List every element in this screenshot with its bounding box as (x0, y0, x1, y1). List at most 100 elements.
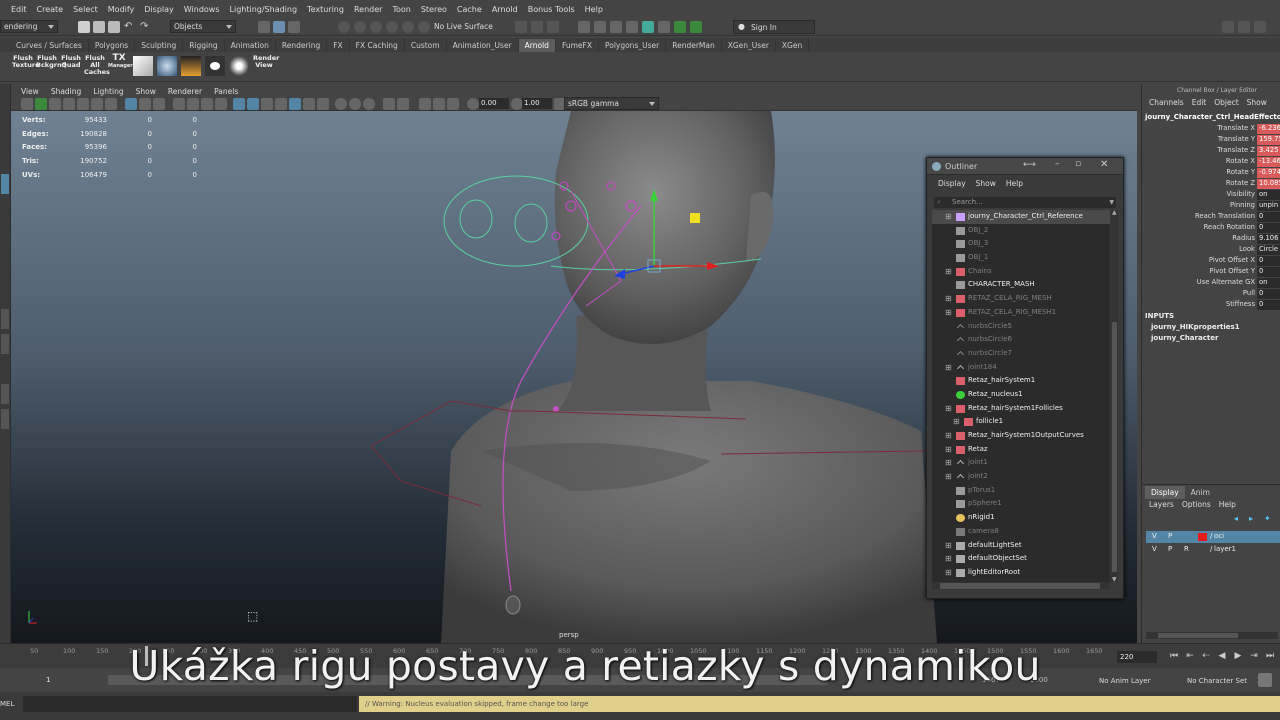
safe-action-icon[interactable] (201, 98, 213, 110)
attribute-row[interactable]: Pinning unpin (1142, 201, 1280, 212)
attribute-value-field[interactable]: 3.425 (1257, 146, 1280, 156)
outliner-item[interactable]: ⊞ defaultObjectSet (932, 552, 1110, 566)
textured-icon[interactable] (261, 98, 273, 110)
viewport-menu-view[interactable]: View (15, 86, 45, 97)
layer-menu-help[interactable]: Help (1215, 500, 1240, 509)
mel-label[interactable]: MEL (0, 700, 14, 708)
layer-hscrollbar[interactable] (1146, 632, 1278, 639)
select-mode-dropdown[interactable]: Objects (170, 20, 236, 33)
layer-menu-layers[interactable]: Layers (1145, 500, 1178, 509)
outliner-menu-display[interactable]: Display (933, 179, 971, 193)
render-current-frame-icon[interactable] (578, 21, 590, 33)
tx-manager-button[interactable]: TX Manager (108, 54, 133, 79)
physical-sky-icon[interactable] (181, 56, 201, 76)
snap-curve-icon[interactable] (354, 21, 366, 33)
outliner-item[interactable]: OBJ_1 (932, 251, 1110, 265)
outliner-item[interactable]: nRigid1 (932, 511, 1110, 525)
render-settings-icon[interactable] (610, 21, 622, 33)
expand-icon[interactable]: ⊞ (945, 210, 952, 224)
attribute-row[interactable]: Rotate Y -0.974 (1142, 168, 1280, 179)
shelf-tab-curves---surfaces[interactable]: Curves / Surfaces (10, 39, 89, 52)
go-to-start-icon[interactable]: ⏮ (1169, 651, 1179, 661)
layer-visibility-toggle[interactable]: V (1152, 545, 1157, 553)
menu-stereo[interactable]: Stereo (416, 5, 452, 14)
outliner-item[interactable]: camera8 (932, 525, 1110, 539)
layer-reference-toggle[interactable]: R (1184, 545, 1189, 553)
shelf-tab-xgen-user[interactable]: XGen_User (722, 39, 776, 52)
menu-cache[interactable]: Cache (452, 5, 487, 14)
field-chart-icon[interactable] (187, 98, 199, 110)
open-scene-icon[interactable] (93, 21, 105, 33)
attribute-row[interactable]: Radius 9.106 (1142, 234, 1280, 245)
snap-point-icon[interactable] (370, 21, 382, 33)
attribute-value-field[interactable]: -13.462 (1257, 157, 1280, 167)
attribute-row[interactable]: Translate Y159.75 (1142, 135, 1280, 146)
attribute-row[interactable]: Look Circle (1142, 245, 1280, 256)
shelf-tab-rendering[interactable]: Rendering (276, 39, 328, 52)
close-icon[interactable]: ✕ (1100, 159, 1108, 170)
outliner-item[interactable]: ⊞ Retaz_hairSystem1Follicles (932, 402, 1110, 416)
attribute-value-field[interactable]: 0 (1257, 267, 1280, 277)
shelf-tab-fx-caching[interactable]: FX Caching (350, 39, 405, 52)
skydome-light-icon[interactable] (157, 56, 177, 76)
make-live-icon[interactable] (418, 21, 430, 33)
expand-icon[interactable]: ⊞ (945, 443, 952, 457)
viewport-menu-show[interactable]: Show (130, 86, 162, 97)
menu-texturing[interactable]: Texturing (302, 5, 349, 14)
shelf-tab-custom[interactable]: Custom (405, 39, 447, 52)
attribute-value-field[interactable]: 159.75 (1257, 135, 1280, 145)
outliner-item[interactable]: nurbsCircle5 (932, 320, 1110, 334)
outliner-menu-help[interactable]: Help (1001, 179, 1028, 193)
input-node[interactable]: journy_HIKproperties1 (1151, 323, 1240, 331)
outliner-item[interactable]: ⊞ RETAZ_CELA_RIG_MESH1 (932, 306, 1110, 320)
step-forward-key-icon[interactable]: ⇥ (1249, 651, 1259, 661)
outliner-item[interactable]: ⊞ follicle1 (932, 415, 1110, 429)
attribute-value-field[interactable]: 0 (1257, 300, 1280, 310)
wireframe-icon[interactable] (233, 98, 245, 110)
expand-icon[interactable]: ⊞ (945, 429, 952, 443)
shelf-tab-animation[interactable]: Animation (225, 39, 276, 52)
isolate-icon[interactable] (335, 98, 347, 110)
layer-menu-options[interactable]: Options (1178, 500, 1215, 509)
outliner-menu-show[interactable]: Show (971, 179, 1001, 193)
ambient-occlusion-icon[interactable] (303, 98, 315, 110)
workspace-icon-2[interactable] (1238, 21, 1250, 33)
mesh-light-icon[interactable] (205, 56, 225, 76)
menu-bonus-tools[interactable]: Bonus Tools (523, 5, 580, 14)
menu-help[interactable]: Help (580, 5, 608, 14)
attribute-row[interactable]: Translate Z 3.425 (1142, 146, 1280, 157)
outliner-item[interactable]: CHARACTER_MASH (932, 278, 1110, 292)
layer-color-swatch[interactable] (1198, 533, 1207, 541)
area-light-icon[interactable] (133, 56, 153, 76)
lighting-icon[interactable] (275, 98, 287, 110)
dock-icon[interactable]: ⟷ (1023, 160, 1036, 170)
menu-create[interactable]: Create (32, 5, 69, 14)
construction-history-icon[interactable] (547, 21, 559, 33)
input-node[interactable]: journy_Character (1151, 334, 1218, 342)
shelf-tab-animation-user[interactable]: Animation_User (447, 39, 519, 52)
attribute-value-field[interactable]: 0 (1257, 256, 1280, 266)
menu-display[interactable]: Display (139, 5, 179, 14)
gamma-field[interactable]: 1.00 (522, 98, 552, 109)
character-set-label[interactable]: No Character Set (1187, 677, 1247, 685)
arnold-render-view-icon[interactable] (642, 21, 654, 33)
hypershade-icon[interactable] (626, 21, 638, 33)
smooth-shade-icon[interactable] (247, 98, 259, 110)
save-scene-icon[interactable] (108, 21, 120, 33)
attribute-row[interactable]: Pivot Offset Y0 (1142, 267, 1280, 278)
backface-icon[interactable] (383, 98, 395, 110)
channel-menu-edit[interactable]: Edit (1188, 98, 1211, 107)
photometric-light-icon[interactable] (229, 56, 249, 76)
layer-move-down-icon[interactable]: ▸ (1249, 514, 1253, 523)
search-dropdown-icon[interactable]: ▼ (1109, 197, 1114, 208)
expand-icon[interactable]: ⊞ (945, 456, 952, 470)
outliner-search-input[interactable]: ⌕ Search... ▼ (934, 197, 1116, 208)
sign-in-button[interactable]: ● Sign In (733, 20, 815, 34)
view-transform-dropdown[interactable]: sRGB gamma (564, 97, 659, 110)
attribute-value-field[interactable]: unpin (1257, 201, 1280, 211)
attribute-row[interactable]: Rotate Z10.085 (1142, 179, 1280, 190)
new-layer-icon[interactable]: ✦ (1264, 514, 1271, 523)
outliner-item[interactable]: ⊞ joint1 (932, 456, 1110, 470)
expand-icon[interactable]: ⊞ (945, 552, 952, 566)
outliner-item[interactable]: Retaz_nucleus1 (932, 388, 1110, 402)
